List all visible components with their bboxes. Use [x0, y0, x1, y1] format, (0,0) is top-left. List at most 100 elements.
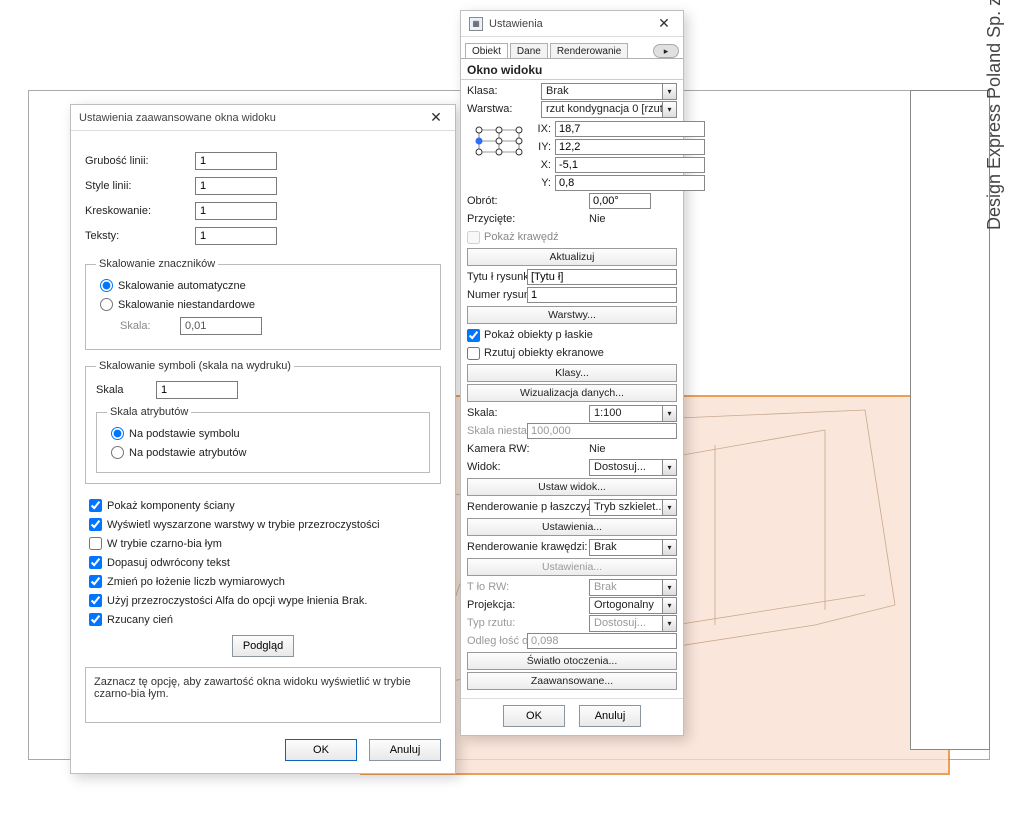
inverted-text-label: Dopasuj odwrócony tekst — [107, 557, 230, 569]
plane-render-select[interactable]: Tryb szkielet... — [589, 499, 663, 516]
app-icon: ▦ — [469, 17, 483, 31]
cancel-button[interactable]: Anuluj — [369, 739, 441, 761]
rw-background-label: T ło RW: — [467, 581, 589, 593]
rotation-label: Obrót: — [467, 195, 589, 207]
class-select[interactable]: Brak — [541, 83, 663, 100]
symbol-scale-label: Skala — [96, 384, 156, 396]
data-visualization-button[interactable]: Wizualizacja danych... — [467, 384, 677, 402]
scale-select[interactable]: 1:100 — [589, 405, 663, 422]
edge-render-settings-button: Ustawienia... — [467, 558, 677, 576]
chevron-down-icon[interactable]: ▾ — [663, 597, 677, 614]
grayed-layers-check[interactable] — [89, 518, 102, 531]
rotation-input[interactable] — [589, 193, 651, 209]
chevron-down-icon: ▾ — [663, 615, 677, 632]
focal-length-label: Odleg łość ogniskowa: — [467, 635, 527, 647]
marker-scaling-auto-radio[interactable] — [100, 279, 113, 292]
alpha-transparency-check[interactable] — [89, 594, 102, 607]
close-icon[interactable]: ✕ — [653, 15, 675, 32]
ix-input[interactable] — [555, 121, 705, 137]
y-input[interactable] — [555, 175, 705, 191]
dimension-position-check[interactable] — [89, 575, 102, 588]
alpha-transparency-label: Użyj przezroczystości Alfa do opcji wype… — [107, 595, 367, 607]
layers-button[interactable]: Warstwy... — [467, 306, 677, 324]
ix-label: IX: — [533, 123, 555, 135]
inverted-text-check[interactable] — [89, 556, 102, 569]
texts-input[interactable] — [195, 227, 277, 245]
attr-by-attrs-radio[interactable] — [111, 446, 124, 459]
marker-scaling-group: Skalowanie znaczników Skalowanie automat… — [85, 258, 441, 350]
project-screen-label: Rzutuj obiekty ekranowe — [484, 347, 604, 359]
marker-scaling-custom-label: Skalowanie niestandardowe — [118, 299, 255, 311]
section-title: Okno widoku — [461, 59, 683, 80]
chevron-down-icon[interactable]: ▾ — [663, 539, 677, 556]
layer-select[interactable]: rzut kondygnacja 0 [rzut] — [541, 101, 663, 118]
chevron-down-icon[interactable]: ▾ — [663, 101, 677, 118]
cancel-button[interactable]: Anuluj — [579, 705, 641, 727]
ok-button[interactable]: OK — [503, 705, 565, 727]
y-label: Y: — [533, 177, 555, 189]
iy-label: IY: — [533, 141, 555, 153]
attr-by-attrs-label: Na podstawie atrybutów — [129, 447, 246, 459]
view-select[interactable]: Dostosuj... — [589, 459, 663, 476]
anchor-diagram[interactable] — [471, 122, 527, 160]
line-style-input[interactable] — [195, 177, 277, 195]
chevron-down-icon[interactable]: ▾ — [663, 459, 677, 476]
palette-title: Ustawienia — [489, 18, 653, 30]
plane-render-settings-button[interactable]: Ustawienia... — [467, 518, 677, 536]
tab-rendering[interactable]: Renderowanie — [550, 43, 629, 58]
marker-scale-label: Skala: — [120, 320, 180, 332]
attribute-scale-group: Skala atrybutów Na podstawie symbolu Na … — [96, 406, 430, 473]
show-wall-components-check[interactable] — [89, 499, 102, 512]
cast-shadow-check[interactable] — [89, 613, 102, 626]
attr-by-symbol-label: Na podstawie symbolu — [129, 428, 240, 440]
tab-overflow-icon[interactable]: ▸ — [653, 44, 679, 58]
bw-mode-check[interactable] — [89, 537, 102, 550]
iy-input[interactable] — [555, 139, 705, 155]
close-icon[interactable]: ✕ — [425, 109, 447, 126]
symbol-scale-input[interactable] — [156, 381, 238, 399]
chevron-down-icon[interactable]: ▾ — [663, 405, 677, 422]
camera-label: Kamera RW: — [467, 443, 589, 455]
show-boundary-label: Pokaż krawędź — [484, 231, 559, 243]
nonstandard-scale-label: Skala niestandardowa 1: — [467, 425, 527, 437]
set-view-button[interactable]: Ustaw widok... — [467, 478, 677, 496]
update-button[interactable]: Aktualizuj — [467, 248, 677, 266]
marker-scale-input — [180, 317, 262, 335]
classes-button[interactable]: Klasy... — [467, 364, 677, 382]
help-text: Zaznacz tę opcję, aby zawartość okna wid… — [85, 667, 441, 723]
marker-scaling-legend: Skalowanie znaczników — [96, 258, 218, 270]
titlebar: Ustawienia zaawansowane okna widoku ✕ — [71, 105, 455, 131]
project-screen-check[interactable] — [467, 347, 480, 360]
scale-label: Skala: — [467, 407, 589, 419]
drawing-number-label: Numer rysunku: — [467, 289, 527, 301]
drawing-title-label: Tytu ł rysunku: — [467, 271, 527, 283]
chevron-down-icon[interactable]: ▾ — [663, 83, 677, 100]
line-thickness-input[interactable] — [195, 152, 277, 170]
chevron-down-icon[interactable]: ▾ — [663, 499, 677, 516]
hatching-label: Kreskowanie: — [85, 205, 195, 217]
marker-scaling-custom-radio[interactable] — [100, 298, 113, 311]
x-input[interactable] — [555, 157, 705, 173]
advanced-button[interactable]: Zaawansowane... — [467, 672, 677, 690]
drawing-number-input[interactable] — [527, 287, 677, 303]
edge-render-select[interactable]: Brak — [589, 539, 663, 556]
preview-button[interactable]: Podgląd — [232, 635, 294, 657]
drawing-title-input[interactable] — [527, 269, 677, 285]
view-label: Widok: — [467, 461, 589, 473]
tab-data[interactable]: Dane — [510, 43, 548, 58]
tab-object[interactable]: Obiekt — [465, 43, 508, 58]
ok-button[interactable]: OK — [285, 739, 357, 761]
ambient-light-button[interactable]: Światło otoczenia... — [467, 652, 677, 670]
dimension-position-label: Zmień po łożenie liczb wymiarowych — [107, 576, 285, 588]
projection-type-select: Dostosuj... — [589, 615, 663, 632]
x-label: X: — [533, 159, 555, 171]
projection-select[interactable]: Ortogonalny — [589, 597, 663, 614]
projection-type-label: Typ rzutu: — [467, 617, 589, 629]
hatching-input[interactable] — [195, 202, 277, 220]
nonstandard-scale-input — [527, 423, 677, 439]
class-label: Klasa: — [467, 85, 541, 97]
cast-shadow-label: Rzucany cień — [107, 614, 173, 626]
show-planar-check[interactable] — [467, 329, 480, 342]
company-name: Design Express Poland Sp. z o.o. — [984, 190, 1024, 230]
attr-by-symbol-radio[interactable] — [111, 427, 124, 440]
